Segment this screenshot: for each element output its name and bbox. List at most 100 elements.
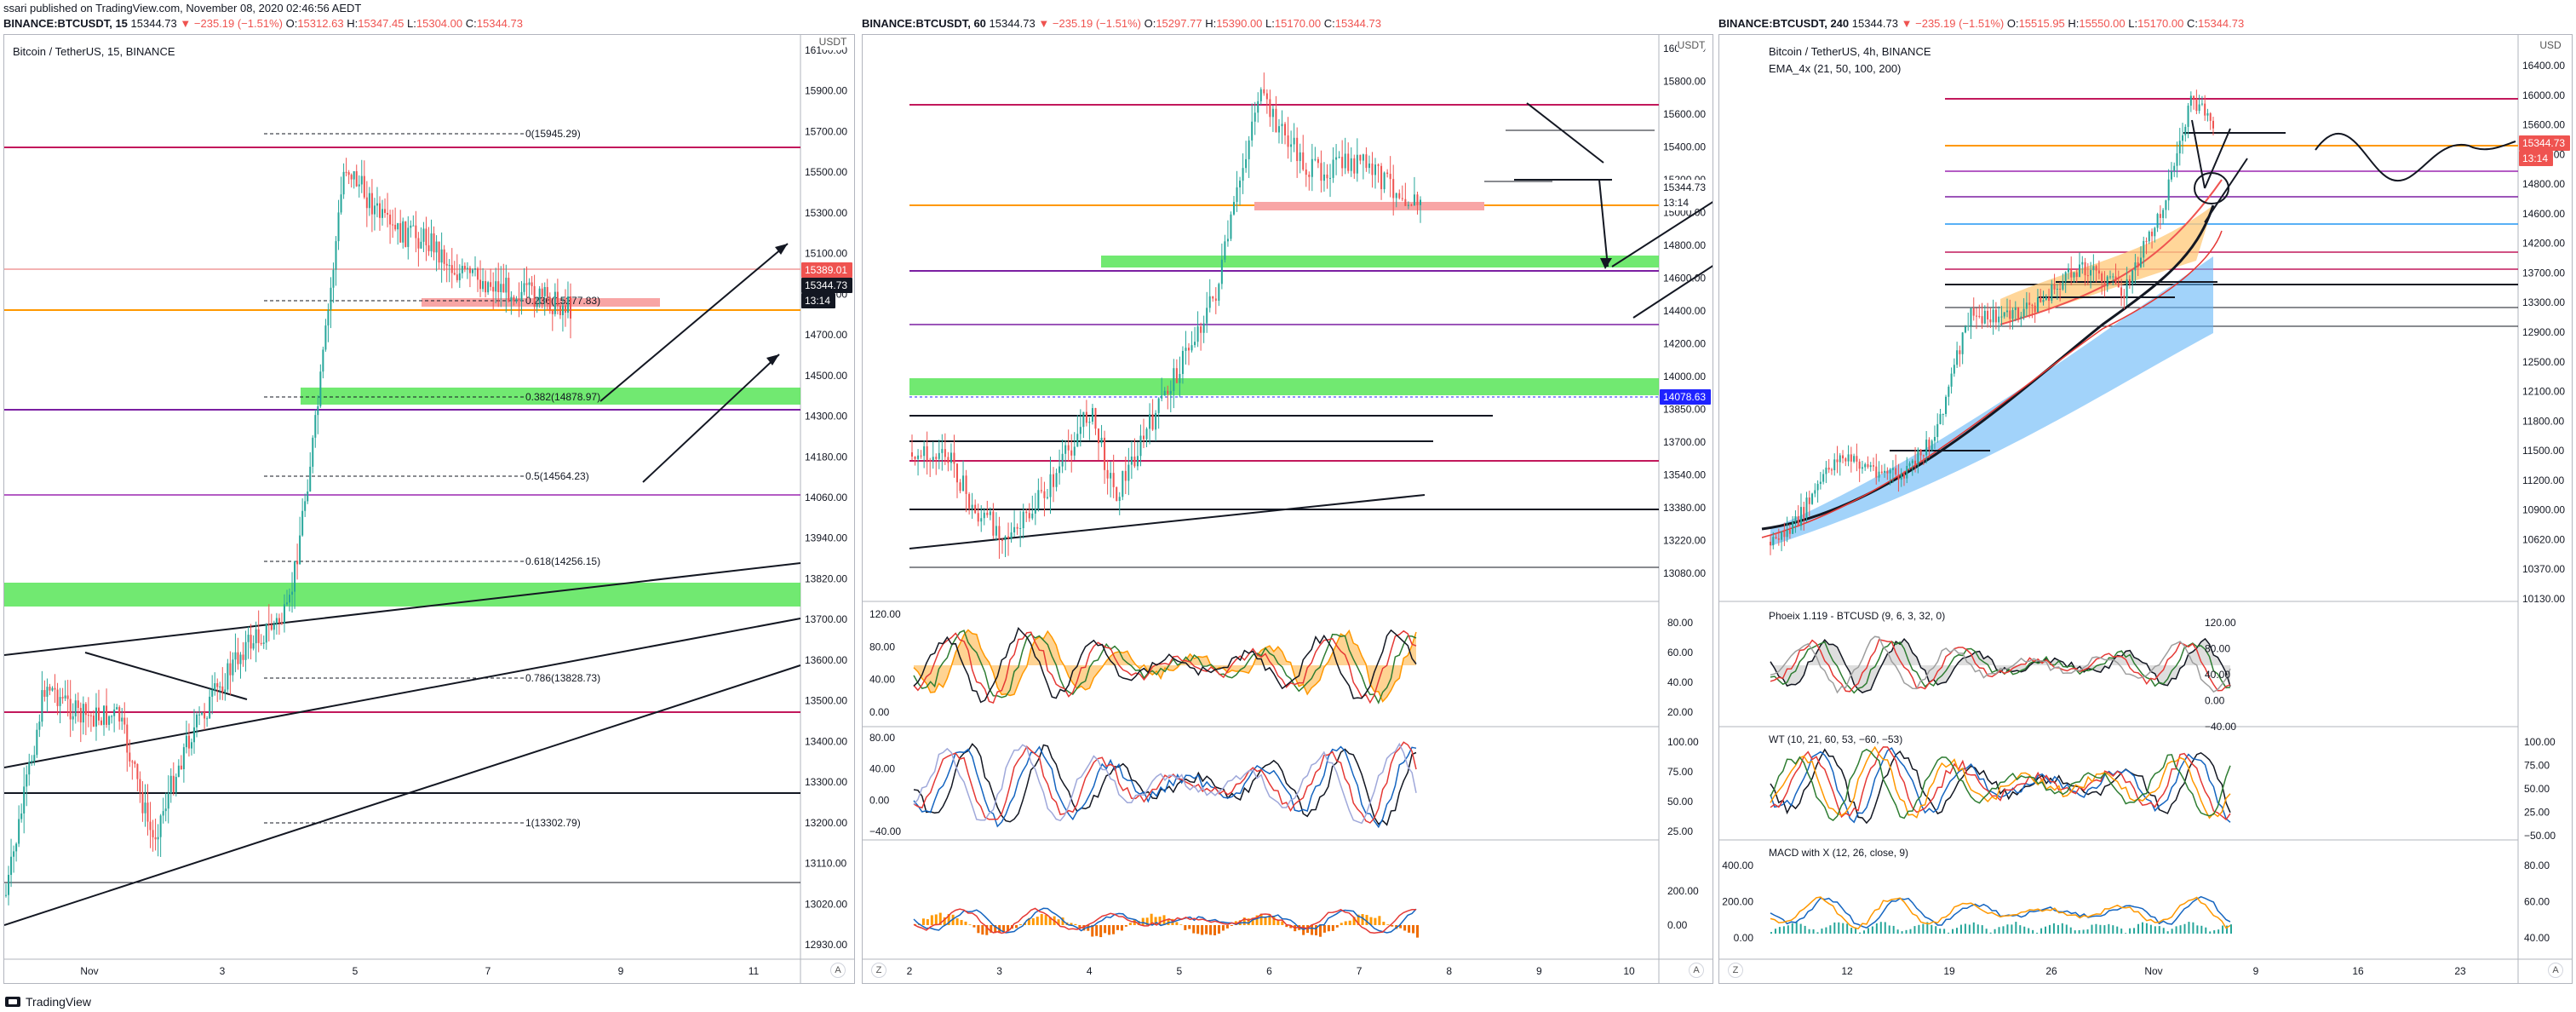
candle-body: [33, 755, 36, 762]
indicator-wt-240m: 100.00 75.00 50.00 25.00 −50.00: [1770, 736, 2556, 842]
macd-hist-bar: [1989, 932, 1992, 934]
auto-scale-button-15m[interactable]: A: [830, 963, 846, 978]
candle-body: [1251, 121, 1254, 141]
candle-body: [1242, 168, 1244, 181]
tradingview-brand[interactable]: TradingView: [5, 995, 91, 1009]
auto-scale-button-240m[interactable]: A: [2548, 963, 2563, 978]
macd-hist-bar: [1192, 925, 1196, 934]
candle-body: [487, 282, 490, 293]
x-tick-label: 16: [2352, 965, 2364, 977]
y-tick-label: 15100.00: [805, 248, 847, 260]
axis-unit-15m[interactable]: USDT: [818, 35, 847, 50]
candle-body: [2173, 165, 2176, 172]
macd-hist-bar: [977, 925, 980, 934]
candle-body: [955, 463, 958, 483]
macd-hist-bar: [1943, 929, 1946, 934]
candle-body: [1073, 446, 1076, 456]
y-tick-label: 15600.00: [2522, 119, 2565, 131]
candle-body: [1819, 481, 1822, 485]
macd-hist-bar: [1994, 929, 1996, 934]
candle-body: [1155, 412, 1157, 430]
macd-hist-bar: [1264, 916, 1267, 925]
chart-panel-15m[interactable]: 16100.00 15900.00 15700.00 15500.00 15300.00…: [3, 34, 855, 984]
candle-body: [438, 241, 440, 263]
candle-body: [2117, 283, 2120, 288]
chart-panel-60m[interactable]: 16000.0015800.0015600.0015400.0015200.00…: [862, 34, 1713, 984]
axis-unit-240m[interactable]: USD: [2536, 38, 2565, 54]
candle-body: [365, 197, 368, 209]
chart-15m-canvas[interactable]: 16100.0015900.0015700.0015500.0015300.00…: [4, 35, 855, 984]
candle-body: [944, 449, 946, 457]
candle-body: [1786, 529, 1788, 538]
candle-body: [482, 280, 485, 290]
candle-body: [2048, 296, 2051, 302]
candle-body: [1386, 172, 1389, 175]
candle-body: [1070, 450, 1073, 456]
zoom-button-240m[interactable]: Z: [1728, 963, 1743, 978]
y-tick-label: 15900.00: [805, 85, 847, 97]
candle-body: [1410, 204, 1413, 206]
candle-body: [2017, 307, 2020, 319]
macd-hist-bar: [1888, 925, 1890, 934]
candle-body: [2162, 210, 2165, 218]
macd-label: MACD with X (12, 26, close, 9): [1769, 847, 1909, 859]
macd-hist-bar: [2205, 927, 2207, 934]
candle-body: [466, 267, 468, 269]
macd-hist-bar: [2192, 922, 2194, 934]
chart-240m-canvas[interactable]: 16400.0016000.0015600.0015200.0014800.00…: [1719, 35, 2573, 984]
zoom-button-60m[interactable]: Z: [871, 963, 886, 978]
candle-body: [995, 526, 997, 536]
candle-body: [968, 493, 971, 509]
indicator-tick-label: 40.00: [1667, 676, 1693, 688]
macd-hist-bar: [1833, 922, 1836, 934]
x-tick-label: Nov: [80, 965, 98, 977]
candle-body: [84, 704, 87, 716]
candle-body: [2014, 307, 2017, 310]
candle-body: [914, 456, 916, 459]
candle-body: [430, 233, 433, 251]
macd-hist-bar: [2052, 923, 2055, 934]
candle-body: [190, 742, 192, 749]
candle-body: [1880, 471, 1883, 473]
indicator-tick-label: 100.00: [2524, 736, 2556, 748]
candle-body: [355, 170, 358, 187]
chart-60m-canvas[interactable]: 16000.0015800.0015600.0015400.0015200.00…: [863, 35, 1713, 984]
candle-body: [126, 724, 129, 753]
candle-body: [1413, 194, 1415, 206]
candle-body: [106, 705, 108, 725]
y-tick-label: 13940.00: [805, 532, 847, 544]
macd-hist-bar: [2061, 923, 2063, 934]
axis-unit-60m[interactable]: USDT: [1677, 38, 1706, 54]
candle-body: [1079, 427, 1081, 434]
macd-hist-bar: [2137, 923, 2140, 934]
x-axis-60m: 2 3 4 5 6 7 8 9 10: [907, 965, 1635, 977]
candle-body: [1277, 126, 1280, 133]
macd-hist-bar: [1408, 925, 1411, 933]
macd-hist-bar: [1175, 922, 1179, 925]
candle-body: [1797, 515, 1799, 526]
candle-body: [2070, 268, 2073, 278]
y-tick-label: 13820.00: [805, 572, 847, 584]
candle-body: [146, 802, 149, 822]
candle-body: [229, 663, 232, 676]
y-tick-label: 14800.00: [1663, 239, 1706, 251]
candle-body: [2020, 316, 2022, 319]
candle-body: [1049, 474, 1052, 497]
chart-panel-240m[interactable]: 16400.0016000.0015600.0015200.0014800.00…: [1718, 34, 2573, 984]
candle-body: [570, 296, 571, 319]
auto-scale-button-60m[interactable]: A: [1689, 963, 1704, 978]
candle-body: [1248, 140, 1250, 159]
x-tick-label: 9: [2253, 965, 2259, 977]
candle-body: [959, 482, 961, 492]
macd-hist-bar: [1791, 923, 1793, 934]
candle-body: [1329, 177, 1332, 179]
candle-body: [77, 700, 79, 709]
macd-hist-bar: [1391, 925, 1394, 927]
macd-hist-bar: [1825, 927, 1827, 934]
candle-body: [518, 298, 520, 302]
x-tick-label: 12: [1841, 965, 1853, 977]
macd-hist-bar: [1909, 929, 1912, 934]
macd-hist-bar: [1808, 929, 1810, 934]
candle-body: [262, 642, 265, 644]
macd-hist-bar: [2133, 928, 2136, 934]
